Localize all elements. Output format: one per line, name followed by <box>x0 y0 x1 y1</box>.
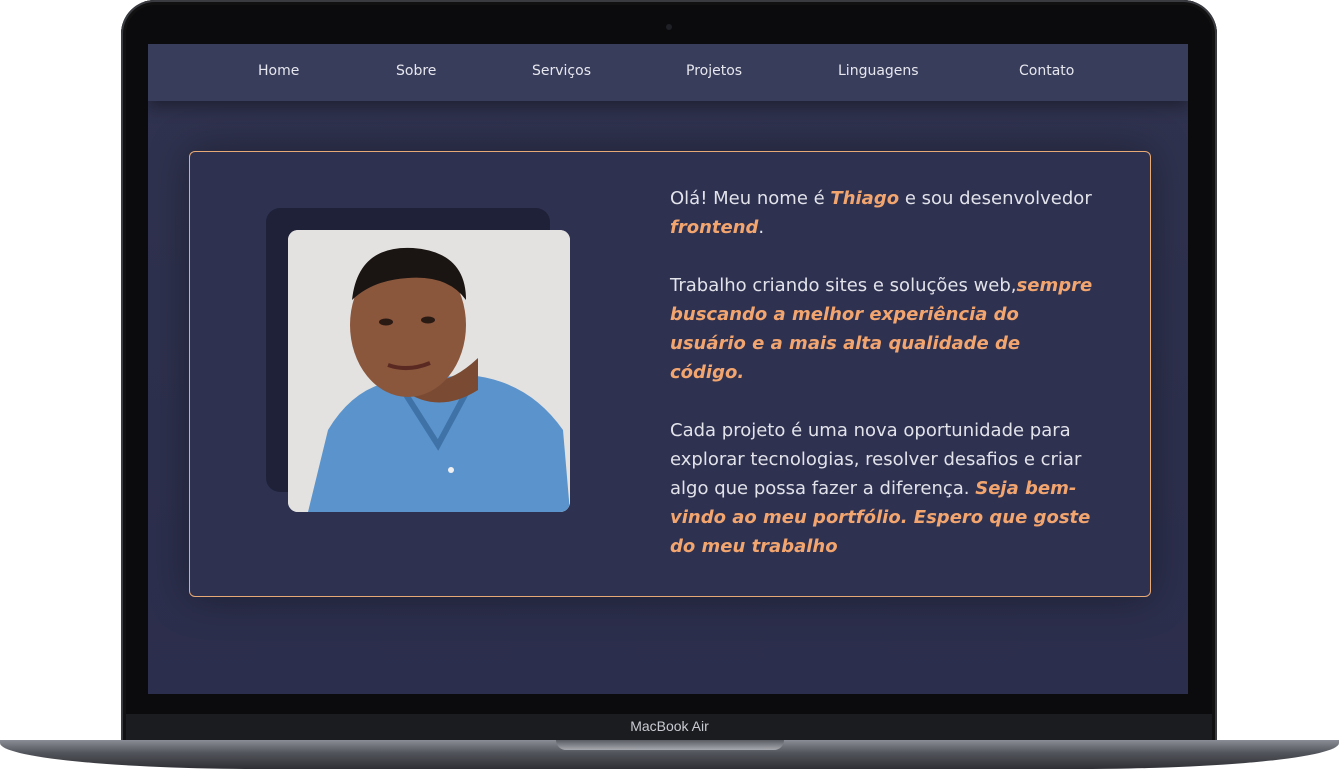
profile-photo <box>288 230 570 512</box>
nav-contato[interactable]: Contato <box>1019 63 1074 79</box>
welcome-paragraph: Cada projeto é uma nova oportunidade par… <box>670 420 1091 557</box>
person-illustration <box>288 230 570 512</box>
nav-servicos[interactable]: Serviços <box>532 63 591 79</box>
navbar: Home Sobre Serviços Projetos Linguagens … <box>148 44 1188 101</box>
work-paragraph: Trabalho criando sites e soluções web,se… <box>670 275 1093 383</box>
intro-paragraph: Olá! Meu nome é Thiago e sou desenvolved… <box>670 188 1092 238</box>
screen: Home Sobre Serviços Projetos Linguagens … <box>148 44 1188 694</box>
laptop-notch <box>556 740 784 750</box>
nav-linguagens[interactable]: Linguagens <box>838 63 919 79</box>
nav-home[interactable]: Home <box>258 63 299 79</box>
camera-icon <box>666 24 672 30</box>
nav-sobre[interactable]: Sobre <box>396 63 436 79</box>
name-highlight: Thiago <box>830 188 900 209</box>
device-brand-label: MacBook Air <box>630 718 709 734</box>
about-text: Olá! Meu nome é Thiago e sou desenvolved… <box>670 184 1100 590</box>
role-highlight: frontend <box>670 217 759 238</box>
about-card: Olá! Meu nome é Thiago e sou desenvolved… <box>189 151 1151 597</box>
nav-projetos[interactable]: Projetos <box>686 63 742 79</box>
